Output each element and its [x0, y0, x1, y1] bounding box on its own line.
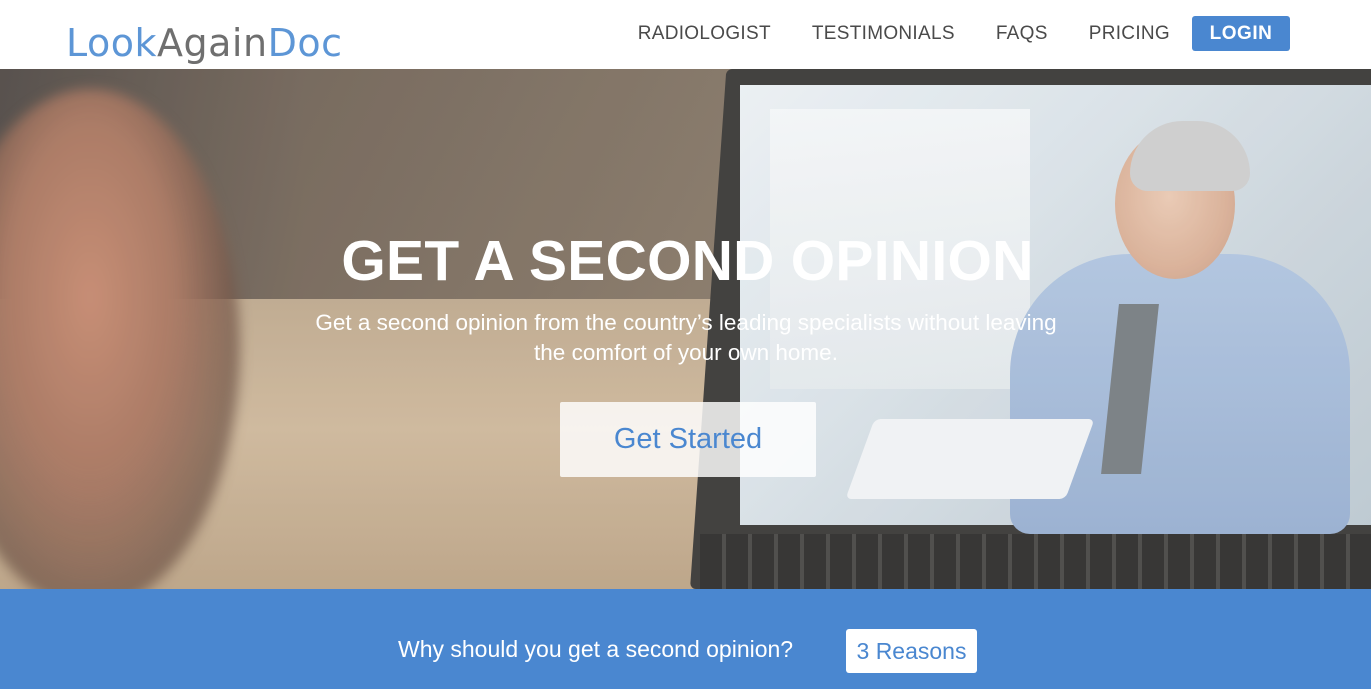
logo-part-look: Look: [66, 21, 158, 65]
hero-subtitle-line-2: the comfort of your own home.: [534, 340, 838, 365]
reasons-band: Why should you get a second opinion? 3 R…: [0, 589, 1371, 689]
get-started-button[interactable]: Get Started: [560, 402, 816, 477]
nav-item-testimonials[interactable]: TESTIMONIALS: [812, 16, 955, 51]
login-button[interactable]: LOGIN: [1192, 16, 1290, 51]
hero-title: GET A SECOND OPINION: [341, 229, 1034, 293]
main-nav: RADIOLOGIST TESTIMONIALS FAQS PRICING LO…: [638, 16, 1290, 51]
nav-item-faqs[interactable]: FAQS: [996, 16, 1048, 51]
logo-part-again: Again: [157, 21, 268, 65]
three-reasons-button[interactable]: 3 Reasons: [846, 629, 977, 673]
logo-part-doc: Doc: [267, 21, 343, 65]
hero-subtitle-line-1: Get a second opinion from the country’s …: [315, 310, 1057, 335]
site-header: LookAgainDoc RADIOLOGIST TESTIMONIALS FA…: [0, 0, 1371, 69]
logo[interactable]: LookAgainDoc: [66, 18, 342, 68]
nav-item-pricing[interactable]: PRICING: [1089, 16, 1170, 51]
nav-item-radiologist[interactable]: RADIOLOGIST: [638, 16, 771, 51]
reasons-question: Why should you get a second opinion?: [398, 636, 794, 662]
hero-section: GET A SECOND OPINION Get a second opinio…: [0, 69, 1371, 589]
hero-subtitle: Get a second opinion from the country’s …: [286, 308, 1086, 368]
